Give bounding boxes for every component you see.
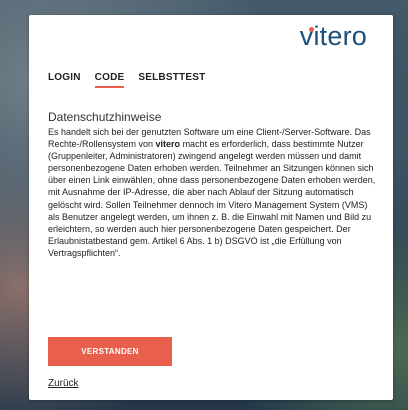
logo-dot <box>308 27 314 32</box>
logo-text: vitero <box>299 21 367 51</box>
tab-login[interactable]: LOGIN <box>48 72 81 88</box>
privacy-title: Datenschutzhinweise <box>48 110 162 124</box>
tab-selbsttest[interactable]: SELBSTTEST <box>138 72 205 88</box>
privacy-text: Es handelt sich bei der genutzten Softwa… <box>48 126 378 259</box>
privacy-text-part2: macht es erforderlich, dass bestimmte Nu… <box>48 139 376 258</box>
vitero-logo: vitero <box>300 21 367 52</box>
accept-button[interactable]: VERSTANDEN <box>48 337 172 366</box>
tab-bar: LOGIN CODE SELBSTTEST <box>48 72 205 88</box>
back-link[interactable]: Zurück <box>48 378 79 389</box>
tab-code[interactable]: CODE <box>94 72 125 88</box>
login-card: vitero LOGIN CODE SELBSTTEST Datenschutz… <box>29 15 393 400</box>
privacy-text-brand: vitero <box>155 139 181 150</box>
